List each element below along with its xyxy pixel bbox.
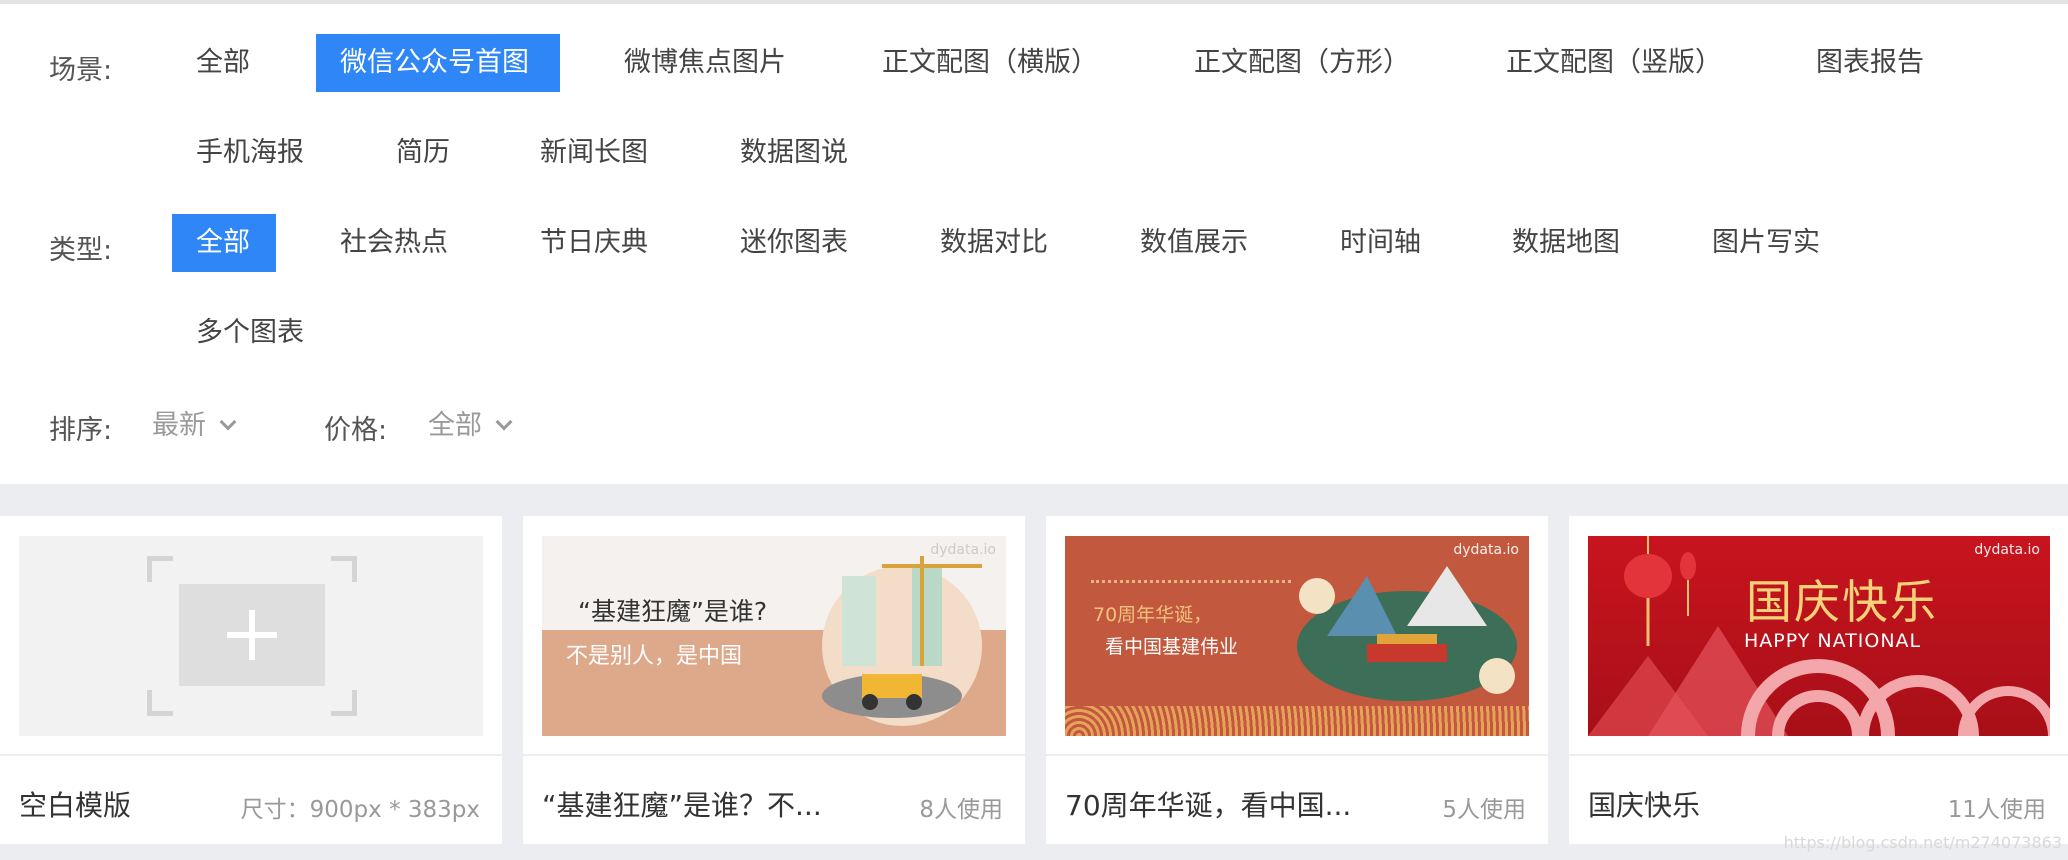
type-option-all[interactable]: 全部 [172, 214, 276, 272]
banner-headline: 国庆快乐 [1746, 575, 1938, 629]
landmarks-illustration [1297, 566, 1517, 701]
chevron-down-icon [495, 413, 513, 431]
scene-option-all[interactable]: 全部 [172, 34, 274, 92]
type-option-mini-chart[interactable]: 迷你图表 [716, 214, 872, 272]
template-card-blank[interactable]: 空白模版 尺寸：900px * 383px [0, 516, 502, 844]
wave-pattern [1065, 706, 1529, 736]
type-option-timeline[interactable]: 时间轴 [1316, 214, 1445, 272]
corner-mark [147, 556, 173, 582]
filter-panel: 场景: 全部 微信公众号首图 微博焦点图片 正文配图（横版） 正文配图（方形） … [0, 4, 2068, 484]
type-option-data-map[interactable]: 数据地图 [1488, 214, 1644, 272]
card-divider [1046, 754, 1548, 756]
corner-mark [147, 690, 173, 716]
scene-option-wechat-header[interactable]: 微信公众号首图 [316, 34, 560, 92]
card-title: 空白模版 [19, 789, 132, 822]
scene-option-body-landscape[interactable]: 正文配图（横版） [858, 34, 1122, 92]
scene-option-body-portrait[interactable]: 正文配图（竖版） [1482, 34, 1746, 92]
banner-headline: “基建狂魔”是谁? [578, 597, 768, 626]
scene-option-body-square[interactable]: 正文配图（方形） [1170, 34, 1434, 92]
sort-value: 最新 [152, 410, 206, 441]
scene-option-chart-report[interactable]: 图表报告 [1792, 34, 1948, 92]
card-title: 70周年华诞，看中国... [1065, 789, 1352, 822]
scene-option-weibo-focus[interactable]: 微博焦点图片 [600, 34, 810, 92]
template-thumbnail[interactable]: dydata.io “基建狂魔”是谁? 不是别人，是中国 [542, 536, 1006, 736]
type-label: 类型: [49, 235, 113, 266]
decor-line [1091, 580, 1291, 586]
plus-icon [249, 610, 255, 660]
sort-dropdown[interactable]: 最新 [152, 406, 237, 446]
card-title: “基建狂魔”是谁？不... [542, 789, 822, 822]
dydata-watermark: dydata.io [930, 542, 996, 558]
template-card[interactable]: dydata.io 国庆快乐 HAPPY NATIONAL 国庆快乐 11人使用 [1569, 516, 2068, 844]
scene-option-news-long[interactable]: 新闻长图 [516, 124, 672, 182]
usage-count: 11人使用 [1947, 797, 2046, 823]
banner-subline: 不是别人，是中国 [566, 644, 743, 669]
sort-label: 排序: [49, 415, 113, 446]
type-option-photo-real[interactable]: 图片写实 [1688, 214, 1844, 272]
usage-count: 5人使用 [1442, 797, 1526, 823]
price-label: 价格: [324, 415, 388, 446]
dydata-watermark: dydata.io [1974, 542, 2040, 558]
scene-option-mobile-poster[interactable]: 手机海报 [172, 124, 328, 182]
construction-illustration [822, 556, 982, 726]
card-title: 国庆快乐 [1588, 789, 1701, 822]
chevron-down-icon [219, 413, 237, 431]
add-blank-button[interactable] [179, 584, 325, 686]
card-size-info: 尺寸：900px * 383px [240, 797, 480, 823]
type-option-festival[interactable]: 节日庆典 [516, 214, 672, 272]
banner-subline: 看中国基建伟业 [1105, 636, 1239, 658]
type-option-value-display[interactable]: 数值展示 [1116, 214, 1272, 272]
scene-option-data-story[interactable]: 数据图说 [716, 124, 872, 182]
scene-label: 场景: [49, 55, 113, 86]
card-divider [0, 754, 502, 756]
type-option-social-hot[interactable]: 社会热点 [316, 214, 472, 272]
price-dropdown[interactable]: 全部 [428, 406, 513, 446]
template-card[interactable]: dydata.io “基建狂魔”是谁? 不是别人，是中国 “基建狂魔”是谁？不.… [523, 516, 1025, 844]
corner-mark [331, 690, 357, 716]
card-divider [523, 754, 1025, 756]
card-divider [1569, 754, 2068, 756]
type-option-multi-chart[interactable]: 多个图表 [172, 304, 328, 362]
scene-option-resume[interactable]: 简历 [372, 124, 474, 182]
dydata-watermark: dydata.io [1453, 542, 1519, 558]
corner-mark [331, 556, 357, 582]
template-thumbnail[interactable]: dydata.io 国庆快乐 HAPPY NATIONAL [1588, 536, 2050, 736]
banner-subline: HAPPY NATIONAL [1744, 630, 1922, 652]
blank-template-thumbnail[interactable] [19, 536, 483, 736]
page-watermark: https://blog.csdn.net/m274073863 [1783, 833, 2062, 852]
template-card[interactable]: dydata.io 70周年华诞， 看中国基建伟业 70周年华诞，看中国... … [1046, 516, 1548, 844]
banner-headline: 70周年华诞， [1093, 604, 1213, 626]
price-value: 全部 [428, 410, 482, 441]
type-option-data-compare[interactable]: 数据对比 [916, 214, 1072, 272]
template-thumbnail[interactable]: dydata.io 70周年华诞， 看中国基建伟业 [1065, 536, 1529, 736]
usage-count: 8人使用 [919, 797, 1003, 823]
